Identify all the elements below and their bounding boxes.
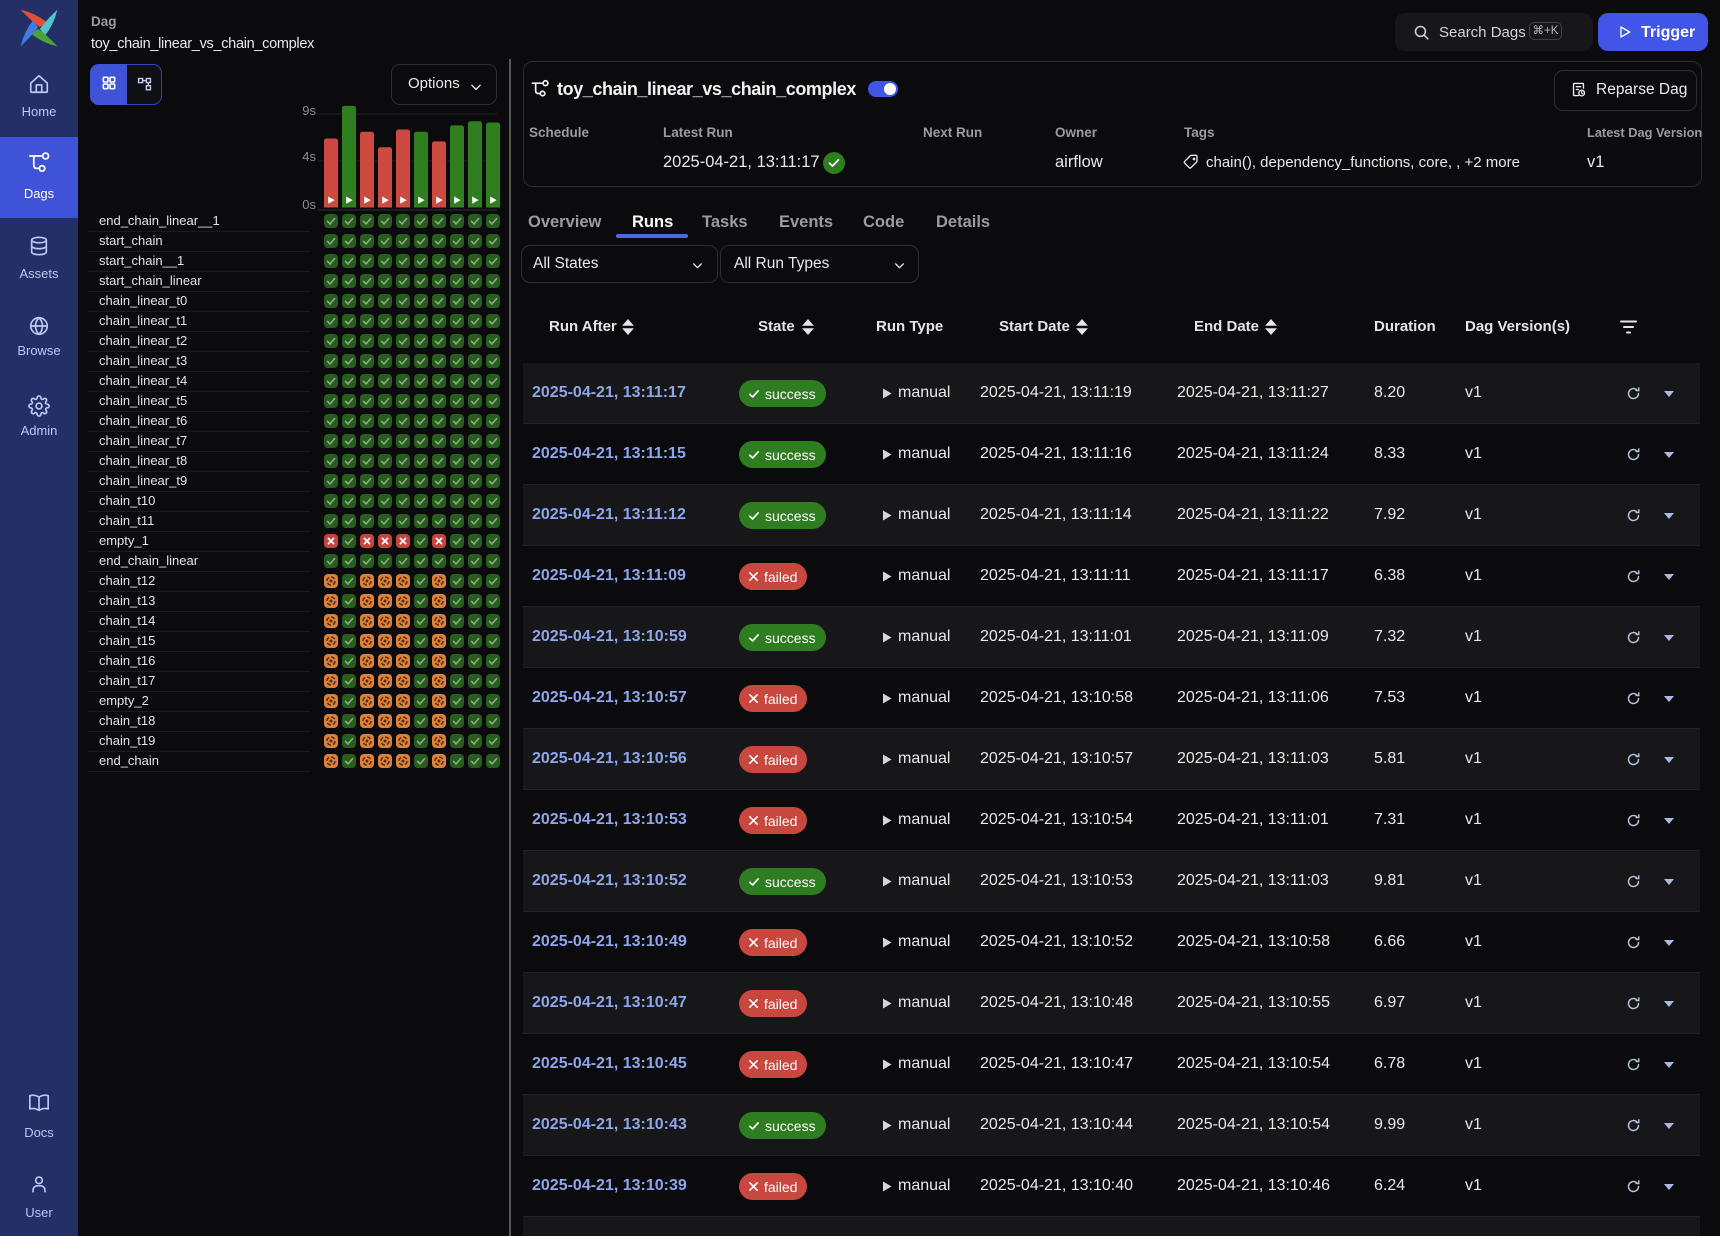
svg-text:9s: 9s <box>302 103 316 118</box>
svg-text:0s: 0s <box>302 197 316 212</box>
svg-text:4s: 4s <box>302 149 316 164</box>
